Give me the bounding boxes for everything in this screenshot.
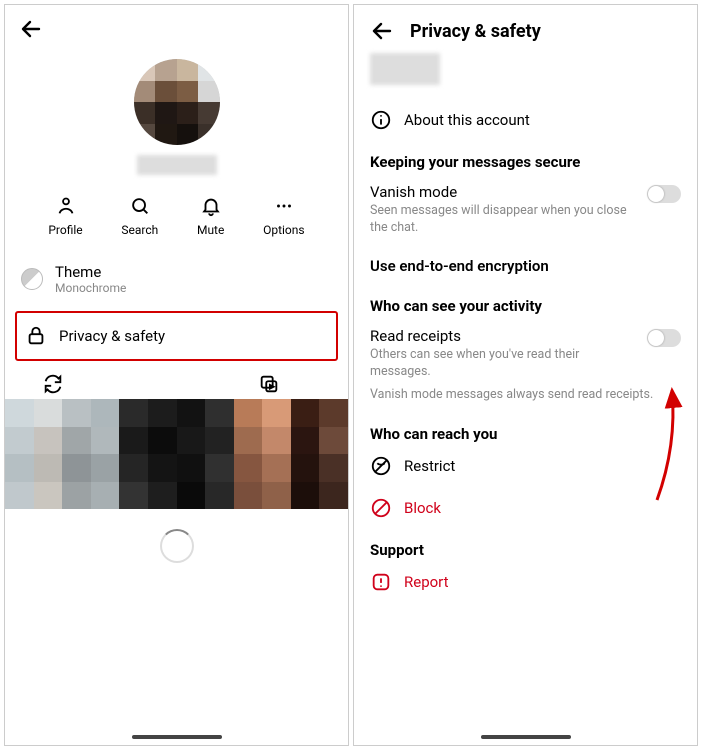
- account-name: [370, 53, 440, 85]
- report-icon: [370, 571, 392, 593]
- e2e-row[interactable]: Use end-to-end encryption: [370, 247, 681, 285]
- vanish-toggle[interactable]: [647, 185, 681, 203]
- lock-icon: [25, 325, 47, 347]
- profile-avatar[interactable]: [134, 59, 220, 145]
- info-icon: [370, 109, 392, 131]
- bell-icon: [200, 195, 222, 217]
- read-receipts-row: Read receipts Others can see when you've…: [370, 317, 681, 414]
- privacy-safety-row[interactable]: Privacy & safety: [15, 311, 338, 361]
- sync-icon[interactable]: [42, 373, 64, 395]
- profile-name: [137, 155, 217, 175]
- read-sub2: Vanish mode messages always send read re…: [370, 387, 681, 404]
- about-account-row[interactable]: About this account: [370, 99, 681, 141]
- read-sub1: Others can see when you've read their me…: [370, 347, 681, 381]
- theme-sub: Monochrome: [55, 281, 126, 295]
- block-icon: [370, 497, 392, 519]
- options-label: Options: [263, 223, 305, 237]
- vanish-sub: Seen messages will disappear when you cl…: [370, 203, 681, 237]
- back-button[interactable]: [19, 17, 43, 41]
- restrict-icon: [370, 455, 392, 477]
- profile-action[interactable]: Profile: [48, 195, 82, 237]
- heading-reach: Who can reach you: [370, 413, 681, 445]
- more-icon: [273, 195, 295, 217]
- mute-label: Mute: [197, 223, 224, 237]
- shared-media-strip[interactable]: [5, 399, 348, 509]
- loading-spinner: [160, 529, 194, 563]
- back-button[interactable]: [370, 19, 394, 43]
- person-icon: [55, 195, 77, 217]
- mute-action[interactable]: Mute: [197, 195, 224, 237]
- search-action[interactable]: Search: [121, 195, 158, 237]
- chat-detail-screen: Profile Search Mute Options Theme Monoch…: [4, 4, 349, 746]
- home-indicator: [481, 735, 571, 739]
- privacy-label: Privacy & safety: [59, 327, 165, 345]
- read-receipts-toggle[interactable]: [647, 329, 681, 347]
- read-title: Read receipts: [370, 327, 681, 345]
- theme-label: Theme: [55, 263, 126, 281]
- restrict-row[interactable]: Restrict: [370, 445, 681, 487]
- search-icon: [129, 195, 151, 217]
- options-action[interactable]: Options: [263, 195, 305, 237]
- block-row[interactable]: Block: [370, 487, 681, 529]
- heading-support: Support: [370, 529, 681, 561]
- about-label: About this account: [404, 111, 530, 129]
- theme-row[interactable]: Theme Monochrome: [5, 253, 348, 305]
- privacy-safety-screen: Privacy & safety About this account Keep…: [353, 4, 698, 746]
- media-collection-icon[interactable]: [258, 373, 280, 395]
- page-title: Privacy & safety: [410, 21, 541, 42]
- heading-keeping: Keeping your messages secure: [370, 141, 681, 173]
- block-label: Block: [404, 499, 441, 517]
- search-label: Search: [121, 223, 158, 237]
- heading-activity: Who can see your activity: [370, 285, 681, 317]
- profile-label: Profile: [48, 223, 82, 237]
- e2e-label: Use end-to-end encryption: [370, 257, 549, 275]
- restrict-label: Restrict: [404, 457, 455, 475]
- report-row[interactable]: Report: [370, 561, 681, 603]
- vanish-mode-row: Vanish mode Seen messages will disappear…: [370, 173, 681, 247]
- home-indicator: [132, 735, 222, 739]
- report-label: Report: [404, 573, 449, 591]
- vanish-title: Vanish mode: [370, 183, 681, 201]
- theme-icon: [21, 268, 43, 290]
